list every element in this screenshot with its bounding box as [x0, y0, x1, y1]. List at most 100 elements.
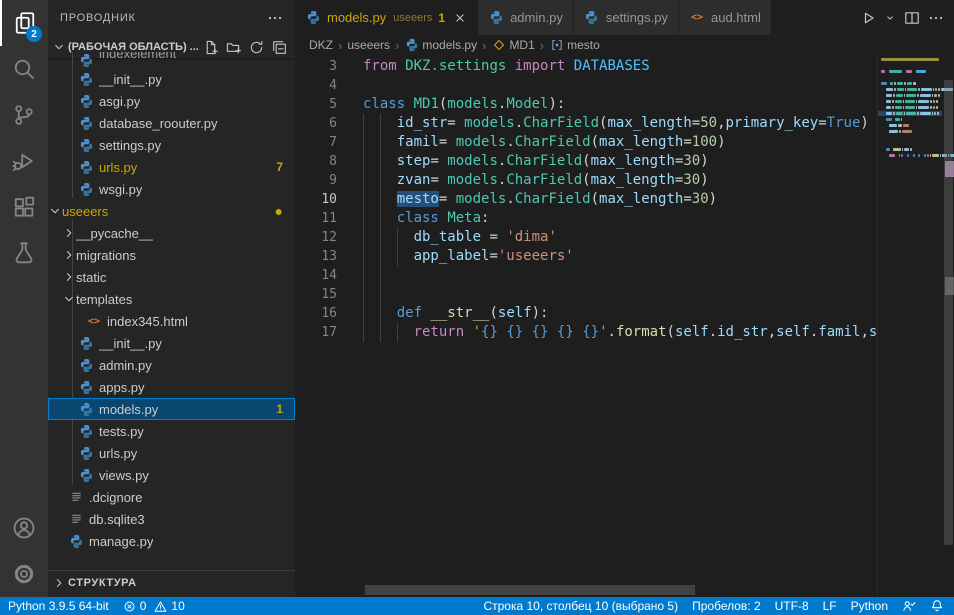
- tree-file-urls-py[interactable]: urls.py7: [48, 156, 295, 178]
- breadcrumb-item-useeers[interactable]: useeers: [347, 38, 390, 52]
- horizontal-scrollbar[interactable]: [365, 585, 695, 595]
- breadcrumb-item-dkz[interactable]: DKZ: [309, 38, 333, 52]
- minimap-bar: [894, 88, 896, 91]
- tree-folder--pycache-[interactable]: __pycache__: [48, 222, 295, 244]
- minimap-bar: [895, 106, 902, 109]
- minimap-bar: [918, 88, 920, 91]
- code-line-5: 5class MD1(models.Model):: [295, 95, 954, 114]
- more-icon[interactable]: [926, 8, 946, 28]
- chevron-down-icon: [62, 292, 76, 306]
- activity-item-account[interactable]: [0, 505, 48, 551]
- tree-file-database-roouter-py[interactable]: database_roouter.py: [48, 112, 295, 134]
- code-line-14: 14: [295, 266, 954, 285]
- minimap[interactable]: [877, 55, 941, 597]
- activity-item-explorer[interactable]: 2: [0, 0, 48, 46]
- run-button[interactable]: [858, 8, 878, 28]
- vertical-scrollbar[interactable]: [944, 80, 953, 545]
- tab-aud-html[interactable]: <>aud.html: [679, 0, 772, 35]
- code-line-16: 16 def __str__(self):: [295, 304, 954, 323]
- tree-file-wsgi-py[interactable]: wsgi.py: [48, 178, 295, 200]
- minimap-bar: [901, 154, 903, 157]
- chevron-right-icon: [62, 270, 76, 284]
- minimap-bar: [934, 112, 936, 115]
- tree-file-manage-py[interactable]: manage.py: [48, 530, 295, 552]
- minimap-bar: [903, 124, 910, 127]
- tree-item-label: migrations: [76, 248, 136, 263]
- run-debug-icon: [12, 149, 36, 173]
- breadcrumb-item-mesto[interactable]: mesto: [549, 38, 600, 53]
- code-text: famil= models.CharField(max_length=100): [363, 133, 726, 152]
- minimap-line: [881, 124, 909, 127]
- minimap-bar: [918, 106, 929, 109]
- tab-settings-py[interactable]: settings.py: [574, 0, 679, 35]
- problems-badge: 7: [276, 160, 283, 174]
- status-encoding[interactable]: UTF-8: [775, 599, 809, 613]
- tree-file-index345-html[interactable]: <>index345.html: [48, 310, 295, 332]
- status-label: Python: [851, 599, 888, 613]
- tree-file-admin-py[interactable]: admin.py: [48, 354, 295, 376]
- status-notifications[interactable]: [930, 599, 944, 613]
- tree-folder-migrations[interactable]: migrations: [48, 244, 295, 266]
- tree-file--init-py[interactable]: __init__.py: [48, 68, 295, 90]
- tree-item-label: __init__.py: [99, 336, 162, 351]
- minimap-bar: [918, 100, 929, 103]
- status-language-mode[interactable]: Python: [851, 599, 888, 613]
- breadcrumb-separator: ›: [395, 38, 399, 53]
- tree-file--init-py[interactable]: __init__.py: [48, 332, 295, 354]
- minimap-bar: [886, 70, 888, 73]
- activity-bar-top: 2: [0, 0, 48, 276]
- outline-section-header[interactable]: СТРУКТУРА: [48, 570, 295, 594]
- chevron-down-sm-icon[interactable]: [882, 10, 898, 26]
- status-eol[interactable]: LF: [823, 599, 837, 613]
- warning-icon: [154, 600, 167, 613]
- tree-folder-static[interactable]: static: [48, 266, 295, 288]
- minimap-bar: [918, 154, 920, 157]
- activity-item-search[interactable]: [0, 46, 48, 92]
- tree-file-indexelement[interactable]: indexelement: [48, 52, 295, 68]
- status-problems[interactable]: 010: [123, 599, 185, 613]
- status-bar-right: Строка 10, столбец 10 (выбрано 5) Пробело…: [483, 599, 954, 613]
- minimap-bar: [930, 106, 932, 109]
- tree-file-apps-py[interactable]: apps.py: [48, 376, 295, 398]
- minimap-bar: [899, 154, 901, 157]
- status-python-interpreter[interactable]: Python 3.9.5 64-bit: [8, 599, 109, 613]
- minimap-bar: [933, 88, 935, 91]
- python-icon: [78, 467, 94, 483]
- tree-folder-templates[interactable]: templates: [48, 288, 295, 310]
- tree-file-urls-py[interactable]: urls.py: [48, 442, 295, 464]
- field-symbol-icon: [549, 38, 564, 53]
- tree-file-db-sqlite3[interactable]: db.sqlite3: [48, 508, 295, 530]
- minimap-bar: [913, 82, 915, 85]
- tree-file-models-py[interactable]: models.py1: [48, 398, 295, 420]
- tree-file-settings-py[interactable]: settings.py: [48, 134, 295, 156]
- activity-item-source-control[interactable]: [0, 92, 48, 138]
- tab-admin-py[interactable]: admin.py: [478, 0, 574, 35]
- split-editor-icon[interactable]: [902, 8, 922, 28]
- breadcrumb-item-md1[interactable]: MD1: [491, 38, 534, 53]
- status-cursor-position[interactable]: Строка 10, столбец 10 (выбрано 5): [483, 599, 678, 613]
- tree-folder-useeers[interactable]: useeers●: [48, 200, 295, 222]
- code-editor[interactable]: 3from DKZ.settings import DATABASES45cla…: [295, 55, 954, 597]
- minimap-bar: [896, 94, 903, 97]
- activity-item-testing[interactable]: [0, 230, 48, 276]
- tree-item-label: urls.py: [99, 446, 137, 461]
- feedback-icon: [902, 599, 916, 613]
- vscode-window: 2 ПРОВОДНИК (РАБОЧАЯ ОБЛАСТЬ) ... indexe…: [0, 0, 954, 615]
- tree-file-tests-py[interactable]: tests.py: [48, 420, 295, 442]
- tree-file-views-py[interactable]: views.py: [48, 464, 295, 486]
- more-actions-icon[interactable]: [267, 10, 283, 26]
- minimap-bar: [917, 94, 919, 97]
- activity-item-run-debug[interactable]: [0, 138, 48, 184]
- tree-file-asgi-py[interactable]: asgi.py: [48, 90, 295, 112]
- tree-item-label: apps.py: [99, 380, 145, 395]
- tab-models-py[interactable]: models.pyuseeers1: [295, 0, 478, 35]
- status-feedback[interactable]: [902, 599, 916, 613]
- activity-item-settings-gear[interactable]: [0, 551, 48, 597]
- activity-item-extensions[interactable]: [0, 184, 48, 230]
- close-icon[interactable]: [453, 11, 467, 25]
- breadcrumb-item-models-py[interactable]: models.py: [404, 38, 477, 53]
- tree-file--dcignore[interactable]: .dcignore: [48, 486, 295, 508]
- code-text: zvan= models.CharField(max_length=30): [363, 171, 709, 190]
- status-indentation[interactable]: Пробелов: 2: [692, 599, 761, 613]
- extensions-icon: [12, 195, 36, 219]
